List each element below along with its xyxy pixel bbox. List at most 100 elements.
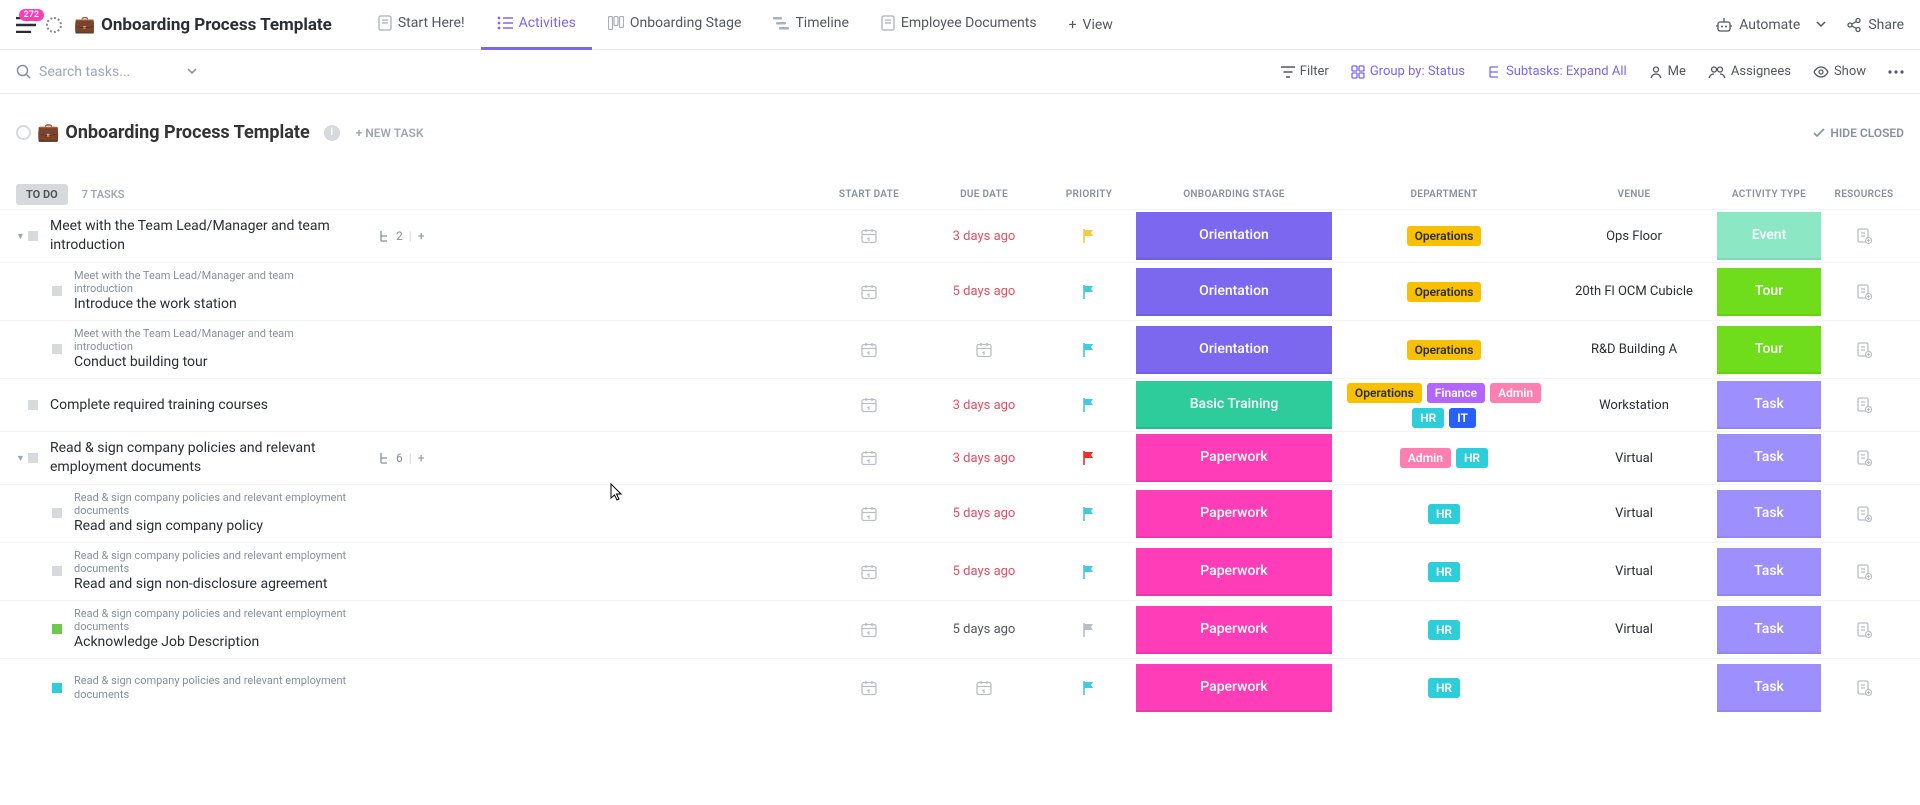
subtask-row[interactable]: Meet with the Team Lead/Manager and team… [0,320,1920,378]
type-cell[interactable]: Task [1714,490,1824,538]
tab-onboarding-stage[interactable]: Onboarding Stage [592,0,758,50]
stage-cell[interactable]: Basic Training [1134,381,1334,429]
priority-cell[interactable] [1044,450,1134,466]
task-name[interactable]: Read and sign non-disclosure agreement [74,575,354,594]
dept-tag[interactable]: IT [1449,408,1476,428]
venue-cell[interactable]: Workstation [1554,398,1714,413]
dept-cell[interactable]: Operations [1334,340,1554,360]
dept-tag[interactable]: Operations [1407,282,1482,302]
due-date[interactable]: 5 days ago [953,622,1016,637]
type-cell[interactable]: Task [1714,548,1824,596]
status-square[interactable] [52,508,62,518]
dept-tag[interactable]: Finance [1427,383,1485,403]
subtask-row[interactable]: Read & sign company policies and relevan… [0,542,1920,600]
venue-cell[interactable]: Virtual [1554,451,1714,466]
priority-cell[interactable] [1044,228,1134,244]
expand-toggle[interactable]: ▼ [16,231,26,242]
expand-toggle[interactable]: ▼ [16,453,26,464]
automate-button[interactable]: Automate [1715,17,1826,33]
col-start-date[interactable]: START DATE [814,189,924,200]
collapse-toggle[interactable] [16,125,31,140]
dept-tag[interactable]: HR [1428,562,1460,582]
dept-tag[interactable]: Operations [1347,383,1422,403]
calendar-icon[interactable] [975,679,993,697]
dept-cell[interactable]: HR [1334,562,1554,582]
me-button[interactable]: Me [1649,64,1686,79]
status-square[interactable] [28,453,38,463]
status-square[interactable] [52,344,62,354]
venue-cell[interactable]: Virtual [1554,506,1714,521]
new-task-button[interactable]: + NEW TASK [356,126,424,140]
assignees-button[interactable]: Assignees [1708,64,1791,79]
info-icon[interactable]: i [324,125,340,141]
priority-cell[interactable] [1044,397,1134,413]
col-stage[interactable]: ONBOARDING STAGE [1134,189,1334,200]
start-date-cell[interactable] [814,341,924,359]
due-date[interactable]: 3 days ago [953,398,1016,413]
dept-cell[interactable]: Operations [1334,282,1554,302]
more-button[interactable] [1888,70,1904,74]
priority-cell[interactable] [1044,342,1134,358]
due-date-cell[interactable]: 5 days ago [924,506,1044,521]
chevron-down-icon[interactable] [187,68,197,75]
stage-cell[interactable]: Paperwork [1134,434,1334,482]
share-button[interactable]: Share [1846,17,1904,33]
task-name[interactable]: Read and sign company policy [74,517,354,536]
due-date-cell[interactable]: 5 days ago [924,622,1044,637]
due-date-cell[interactable]: 3 days ago [924,398,1044,413]
resources-cell[interactable] [1824,449,1904,467]
tab-activities[interactable]: Activities [481,0,592,50]
due-date-cell[interactable]: 3 days ago [924,451,1044,466]
tab-timeline[interactable]: Timeline [757,0,864,50]
task-name[interactable]: Meet with the Team Lead/Manager and team… [50,217,370,255]
start-date-cell[interactable] [814,396,924,414]
venue-cell[interactable]: R&D Building A [1554,342,1714,357]
start-date-cell[interactable] [814,227,924,245]
due-date[interactable]: 5 days ago [953,284,1016,299]
col-priority[interactable]: PRIORITY [1044,189,1134,200]
due-date-cell[interactable] [924,341,1044,359]
resources-cell[interactable] [1824,283,1904,301]
dept-cell[interactable]: AdminHR [1334,448,1554,468]
col-resources[interactable]: RESOURCES [1824,189,1904,200]
task-row[interactable]: ▼ Meet with the Team Lead/Manager and tea… [0,209,1920,262]
dept-cell[interactable]: HR [1334,504,1554,524]
start-date-cell[interactable] [814,505,924,523]
start-date-cell[interactable] [814,563,924,581]
due-date[interactable]: 3 days ago [953,451,1016,466]
task-row[interactable]: ▼Read & sign company policies and releva… [0,431,1920,484]
subtask-row[interactable]: Meet with the Team Lead/Manager and team… [0,262,1920,320]
start-date-cell[interactable] [814,283,924,301]
priority-cell[interactable] [1044,680,1134,696]
search-input[interactable] [39,64,179,80]
task-name[interactable]: Complete required training courses [50,396,268,415]
type-cell[interactable]: Task [1714,434,1824,482]
filter-button[interactable]: Filter [1281,64,1329,79]
venue-cell[interactable]: Virtual [1554,622,1714,637]
tab-employee-documents[interactable]: Employee Documents [865,0,1053,50]
resources-cell[interactable] [1824,679,1904,697]
dept-tag[interactable]: HR [1412,408,1444,428]
resources-cell[interactable] [1824,621,1904,639]
stage-cell[interactable]: Paperwork [1134,548,1334,596]
start-date-cell[interactable] [814,679,924,697]
hide-closed-button[interactable]: HIDE CLOSED [1813,126,1904,140]
stage-cell[interactable]: Orientation [1134,212,1334,260]
col-department[interactable]: DEPARTMENT [1334,189,1554,200]
calendar-icon[interactable] [975,341,993,359]
dept-tag[interactable]: Operations [1407,340,1482,360]
dept-tag[interactable]: Admin [1490,383,1541,403]
due-date[interactable]: 5 days ago [953,506,1016,521]
start-date-cell[interactable] [814,449,924,467]
col-due-date[interactable]: DUE DATE [924,189,1044,200]
priority-cell[interactable] [1044,506,1134,522]
status-square[interactable] [28,231,38,241]
stage-cell[interactable]: Paperwork [1134,664,1334,712]
subtask-row[interactable]: Read & sign company policies and relevan… [0,600,1920,658]
status-pill[interactable]: TO DO [16,184,68,205]
type-cell[interactable]: Tour [1714,268,1824,316]
resources-cell[interactable] [1824,563,1904,581]
dept-cell[interactable]: HR [1334,620,1554,640]
col-activity-type[interactable]: ACTIVITY TYPE [1714,189,1824,200]
priority-cell[interactable] [1044,564,1134,580]
